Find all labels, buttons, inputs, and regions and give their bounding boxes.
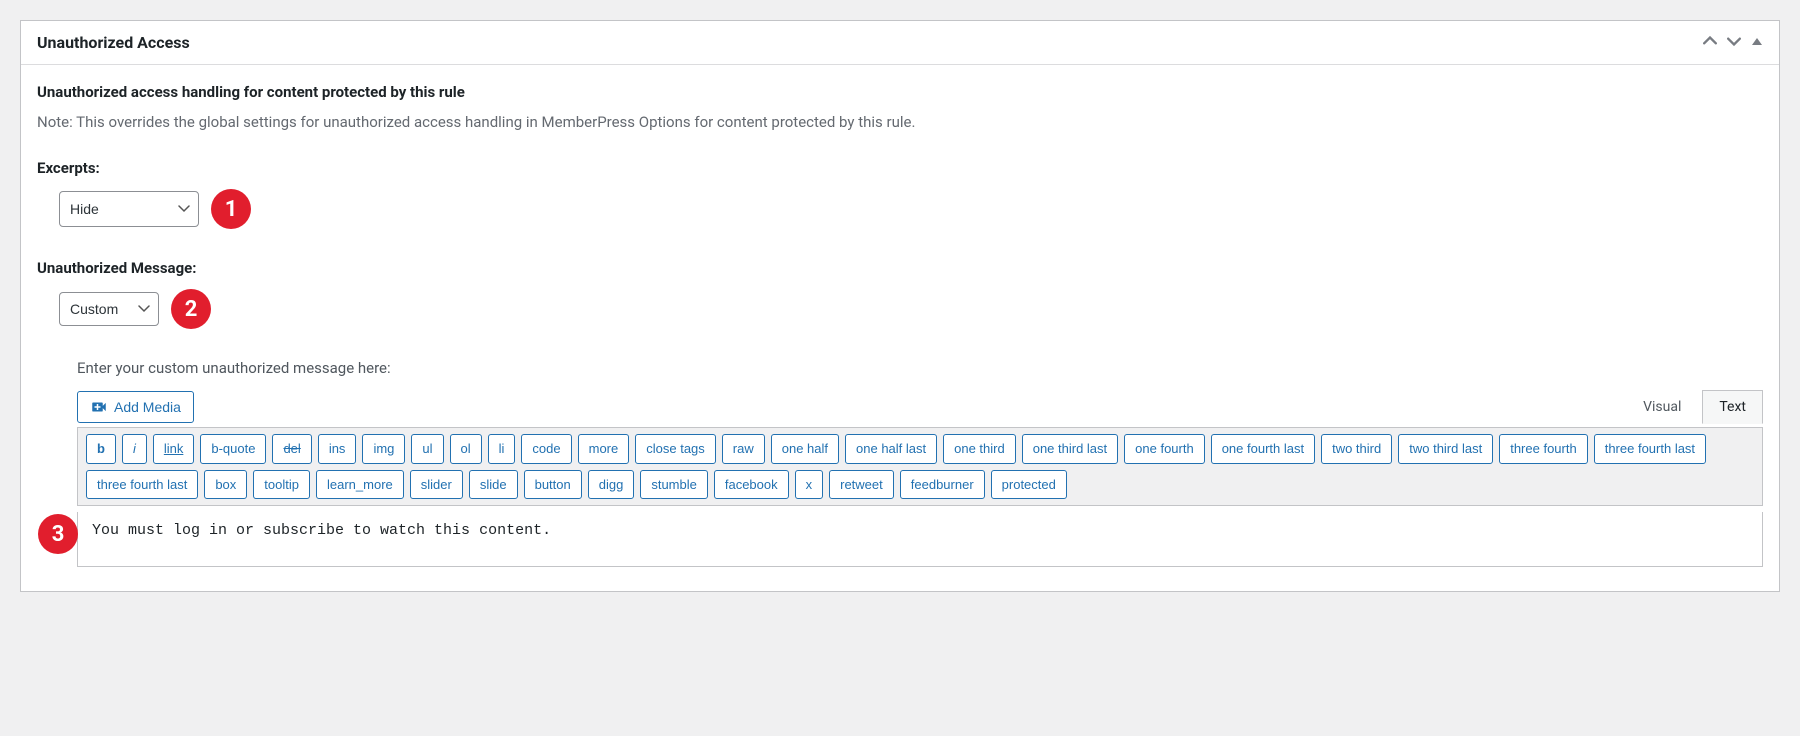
editor-description: Enter your custom unauthorized message h… [77,359,1763,377]
qt-stumble[interactable]: stumble [640,470,708,500]
qt-three-fourth-last-b[interactable]: three fourth last [86,470,198,500]
quicktags-toolbar: b i link b-quote del ins img ul ol li co… [77,427,1763,506]
qt-ol[interactable]: ol [450,434,482,464]
qt-x[interactable]: x [795,470,824,500]
qt-raw[interactable]: raw [722,434,765,464]
excerpts-label: Excerpts: [37,159,1763,177]
tab-text[interactable]: Text [1702,390,1763,424]
qt-img[interactable]: img [362,434,405,464]
qt-slide[interactable]: slide [469,470,518,500]
qt-link[interactable]: link [153,434,195,464]
qt-bquote[interactable]: b-quote [200,434,266,464]
qt-del[interactable]: del [272,434,311,464]
media-icon [90,398,108,416]
qt-retweet[interactable]: retweet [829,470,894,500]
unauth-message-select[interactable]: Custom [59,292,159,326]
qt-two-third-last[interactable]: two third last [1398,434,1493,464]
editor-media-row: Add Media Visual Text [77,389,1763,423]
qt-one-fourth-last[interactable]: one fourth last [1211,434,1315,464]
qt-bold[interactable]: b [86,434,116,464]
qt-facebook[interactable]: facebook [714,470,789,500]
unauth-message-row: Custom 2 [59,289,1763,329]
unauthorized-access-panel: Unauthorized Access Unauthorized access … [20,20,1780,592]
qt-ul[interactable]: ul [411,434,443,464]
annotation-badge-1: 1 [211,189,251,229]
add-media-button[interactable]: Add Media [77,391,194,423]
qt-slider[interactable]: slider [410,470,463,500]
qt-feedburner[interactable]: feedburner [900,470,985,500]
qt-button[interactable]: button [524,470,582,500]
annotation-badge-2: 2 [171,289,211,329]
panel-title: Unauthorized Access [37,33,190,52]
qt-digg[interactable]: digg [588,470,635,500]
qt-protected[interactable]: protected [991,470,1067,500]
qt-learn-more[interactable]: learn_more [316,470,404,500]
qt-one-third[interactable]: one third [943,434,1016,464]
panel-move-down-icon[interactable] [1727,34,1741,52]
excerpts-row: Hide 1 [59,189,1763,229]
panel-toggle-icon[interactable] [1751,35,1763,51]
excerpts-select[interactable]: Hide [59,191,199,227]
qt-three-fourth[interactable]: three fourth [1499,434,1588,464]
qt-ins[interactable]: ins [318,434,357,464]
unauth-message-label: Unauthorized Message: [37,259,1763,277]
note-text: Note: This overrides the global settings… [37,113,1763,131]
qt-tooltip[interactable]: tooltip [253,470,310,500]
annotation-badge-3: 3 [38,514,78,554]
qt-one-half[interactable]: one half [771,434,839,464]
subheading: Unauthorized access handling for content… [37,83,1763,101]
editor-tabs: Visual Text [1622,389,1763,423]
qt-one-third-last[interactable]: one third last [1022,434,1118,464]
qt-one-fourth[interactable]: one fourth [1124,434,1205,464]
panel-move-up-icon[interactable] [1703,34,1717,52]
qt-close[interactable]: close tags [635,434,716,464]
panel-controls [1703,34,1763,52]
qt-italic[interactable]: i [122,434,147,464]
panel-header: Unauthorized Access [21,21,1779,65]
qt-one-half-last[interactable]: one half last [845,434,937,464]
tab-visual[interactable]: Visual [1626,390,1698,424]
panel-body: Unauthorized access handling for content… [21,65,1779,591]
qt-three-fourth-last-a[interactable]: three fourth last [1594,434,1706,464]
qt-two-third[interactable]: two third [1321,434,1392,464]
qt-more[interactable]: more [578,434,630,464]
qt-code[interactable]: code [521,434,571,464]
editor-textarea[interactable] [90,512,1762,566]
qt-li[interactable]: li [488,434,516,464]
qt-box[interactable]: box [204,470,247,500]
add-media-label: Add Media [114,399,181,415]
editor-box: 3 [77,512,1763,567]
editor-wrap: Enter your custom unauthorized message h… [77,359,1763,567]
